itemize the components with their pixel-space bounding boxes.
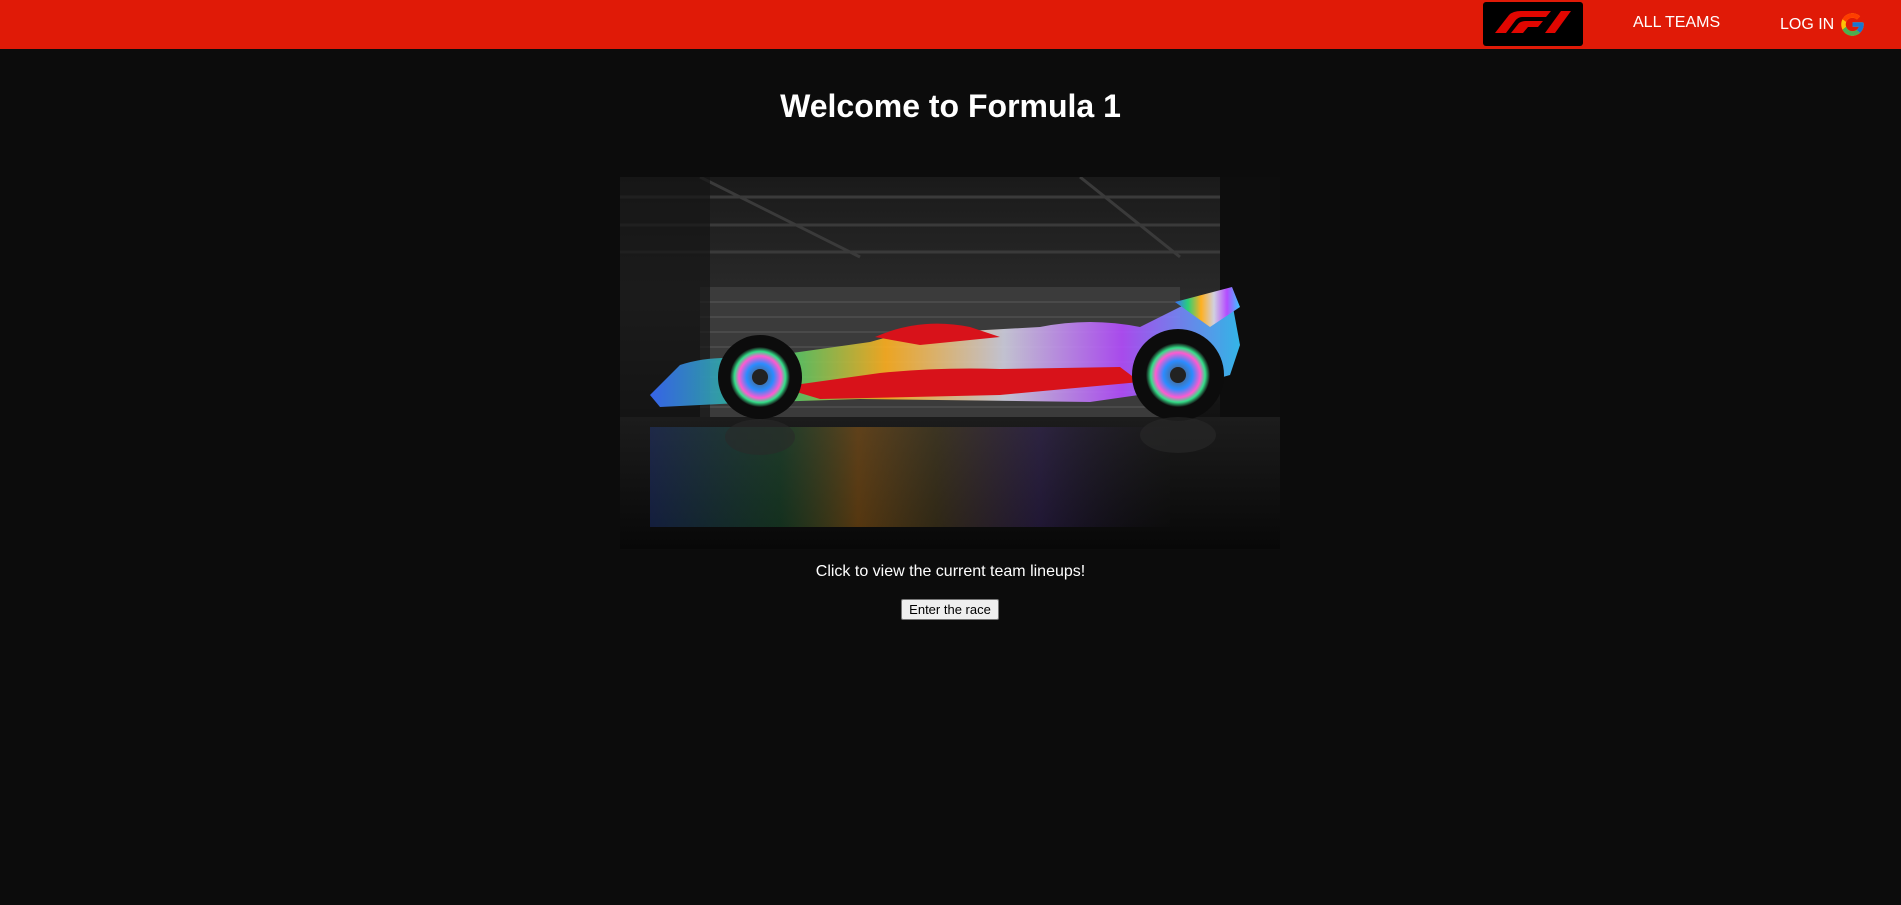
page-title: Welcome to Formula 1 [780,88,1121,124]
nav-login-link[interactable]: LOG IN [1780,0,1866,49]
f1-logo-button[interactable] [1483,2,1583,46]
nav-all-teams-link[interactable]: ALL TEAMS [1633,0,1720,49]
top-navbar: ALL TEAMS LOG IN [0,0,1901,49]
page-subtitle: Click to view the current team lineups! [815,563,1086,580]
enter-race-button[interactable]: Enter the race [901,599,999,620]
hero-car-image [620,177,1280,549]
login-label: LOG IN [1780,15,1835,33]
f1-logo-icon [1491,9,1575,40]
google-icon [1839,11,1866,38]
